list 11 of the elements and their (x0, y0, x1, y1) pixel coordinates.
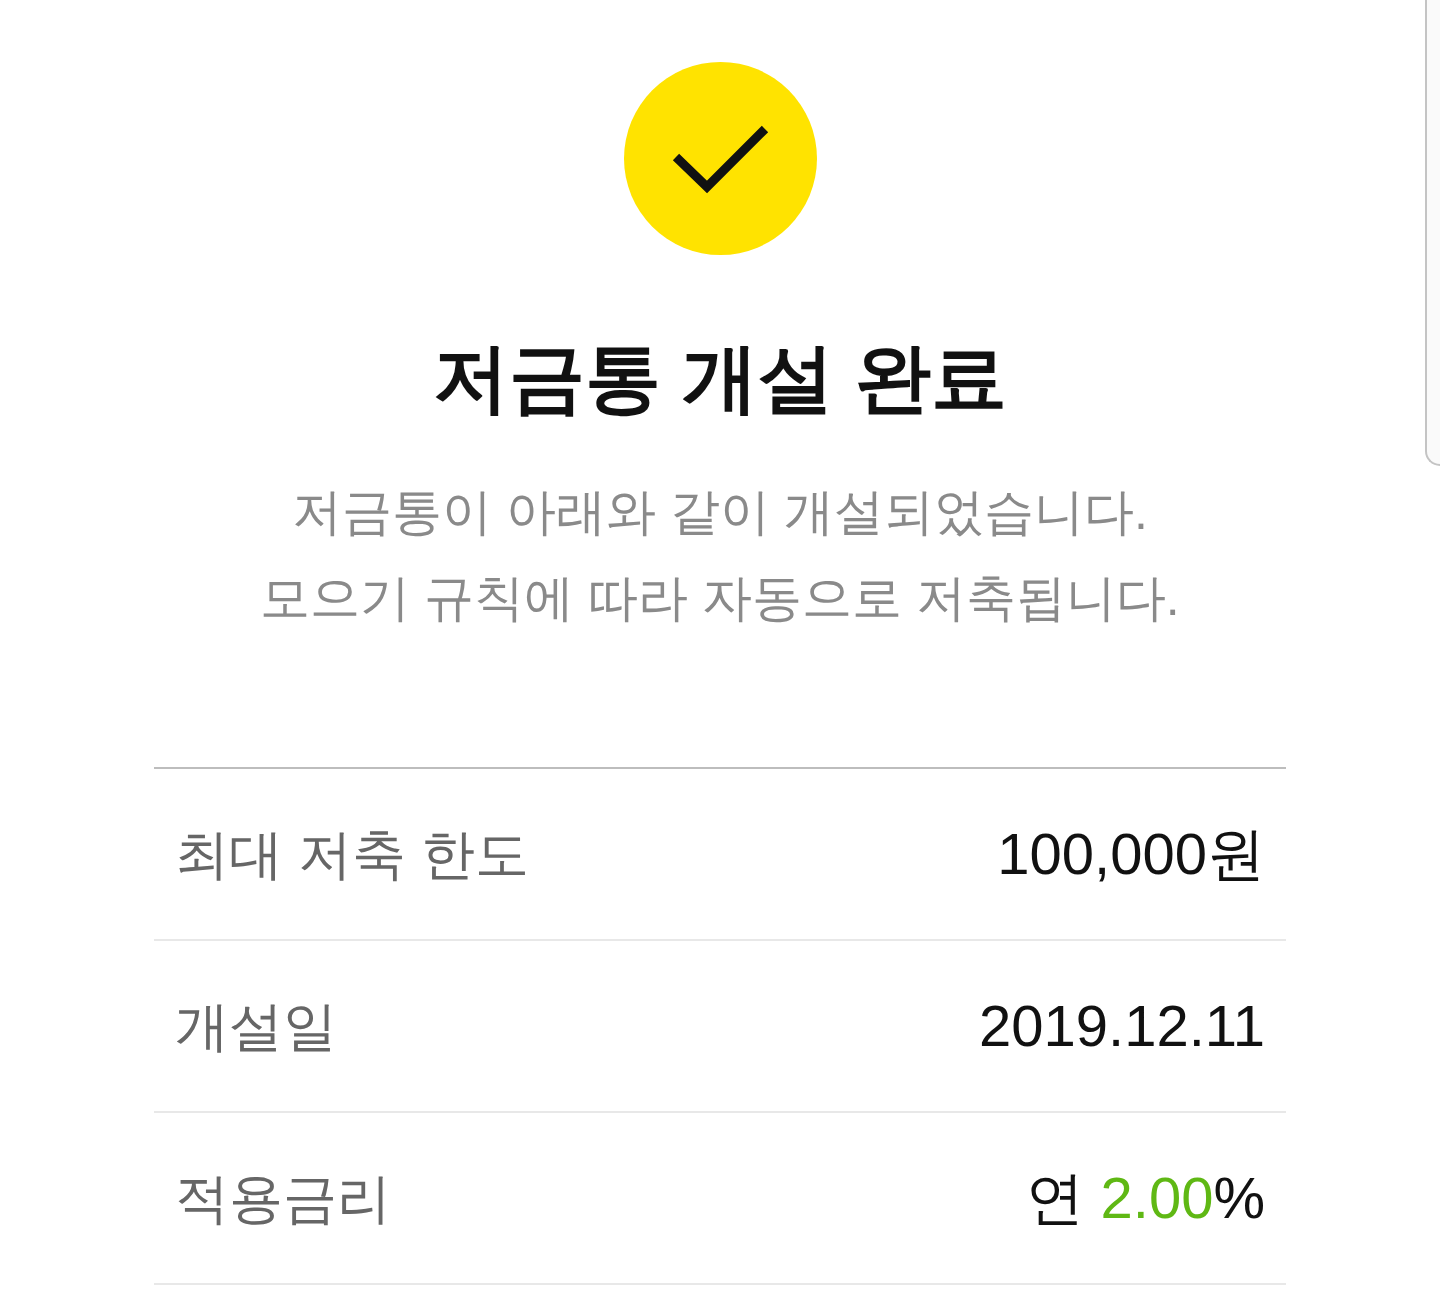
message-line: 저금통이 아래와 같이 개설되었습니다. (292, 483, 1148, 542)
detail-value: 2019.12.11 (979, 992, 1265, 1060)
check-icon (623, 62, 817, 255)
completion-title: 저금통 개설 완료 (432, 334, 1008, 422)
detail-value: 100,000원 (997, 820, 1265, 888)
detail-label: 적용금리 (175, 1167, 391, 1230)
message-line: 모으기 규칙에 따라 자동으로 저축됩니다. (260, 569, 1180, 628)
edge-panel-handle[interactable] (1425, 0, 1440, 466)
detail-label: 개설일 (175, 995, 337, 1058)
detail-label: 최대 저축 한도 (175, 823, 529, 886)
detail-value: 연 2.00% (1026, 1164, 1265, 1232)
